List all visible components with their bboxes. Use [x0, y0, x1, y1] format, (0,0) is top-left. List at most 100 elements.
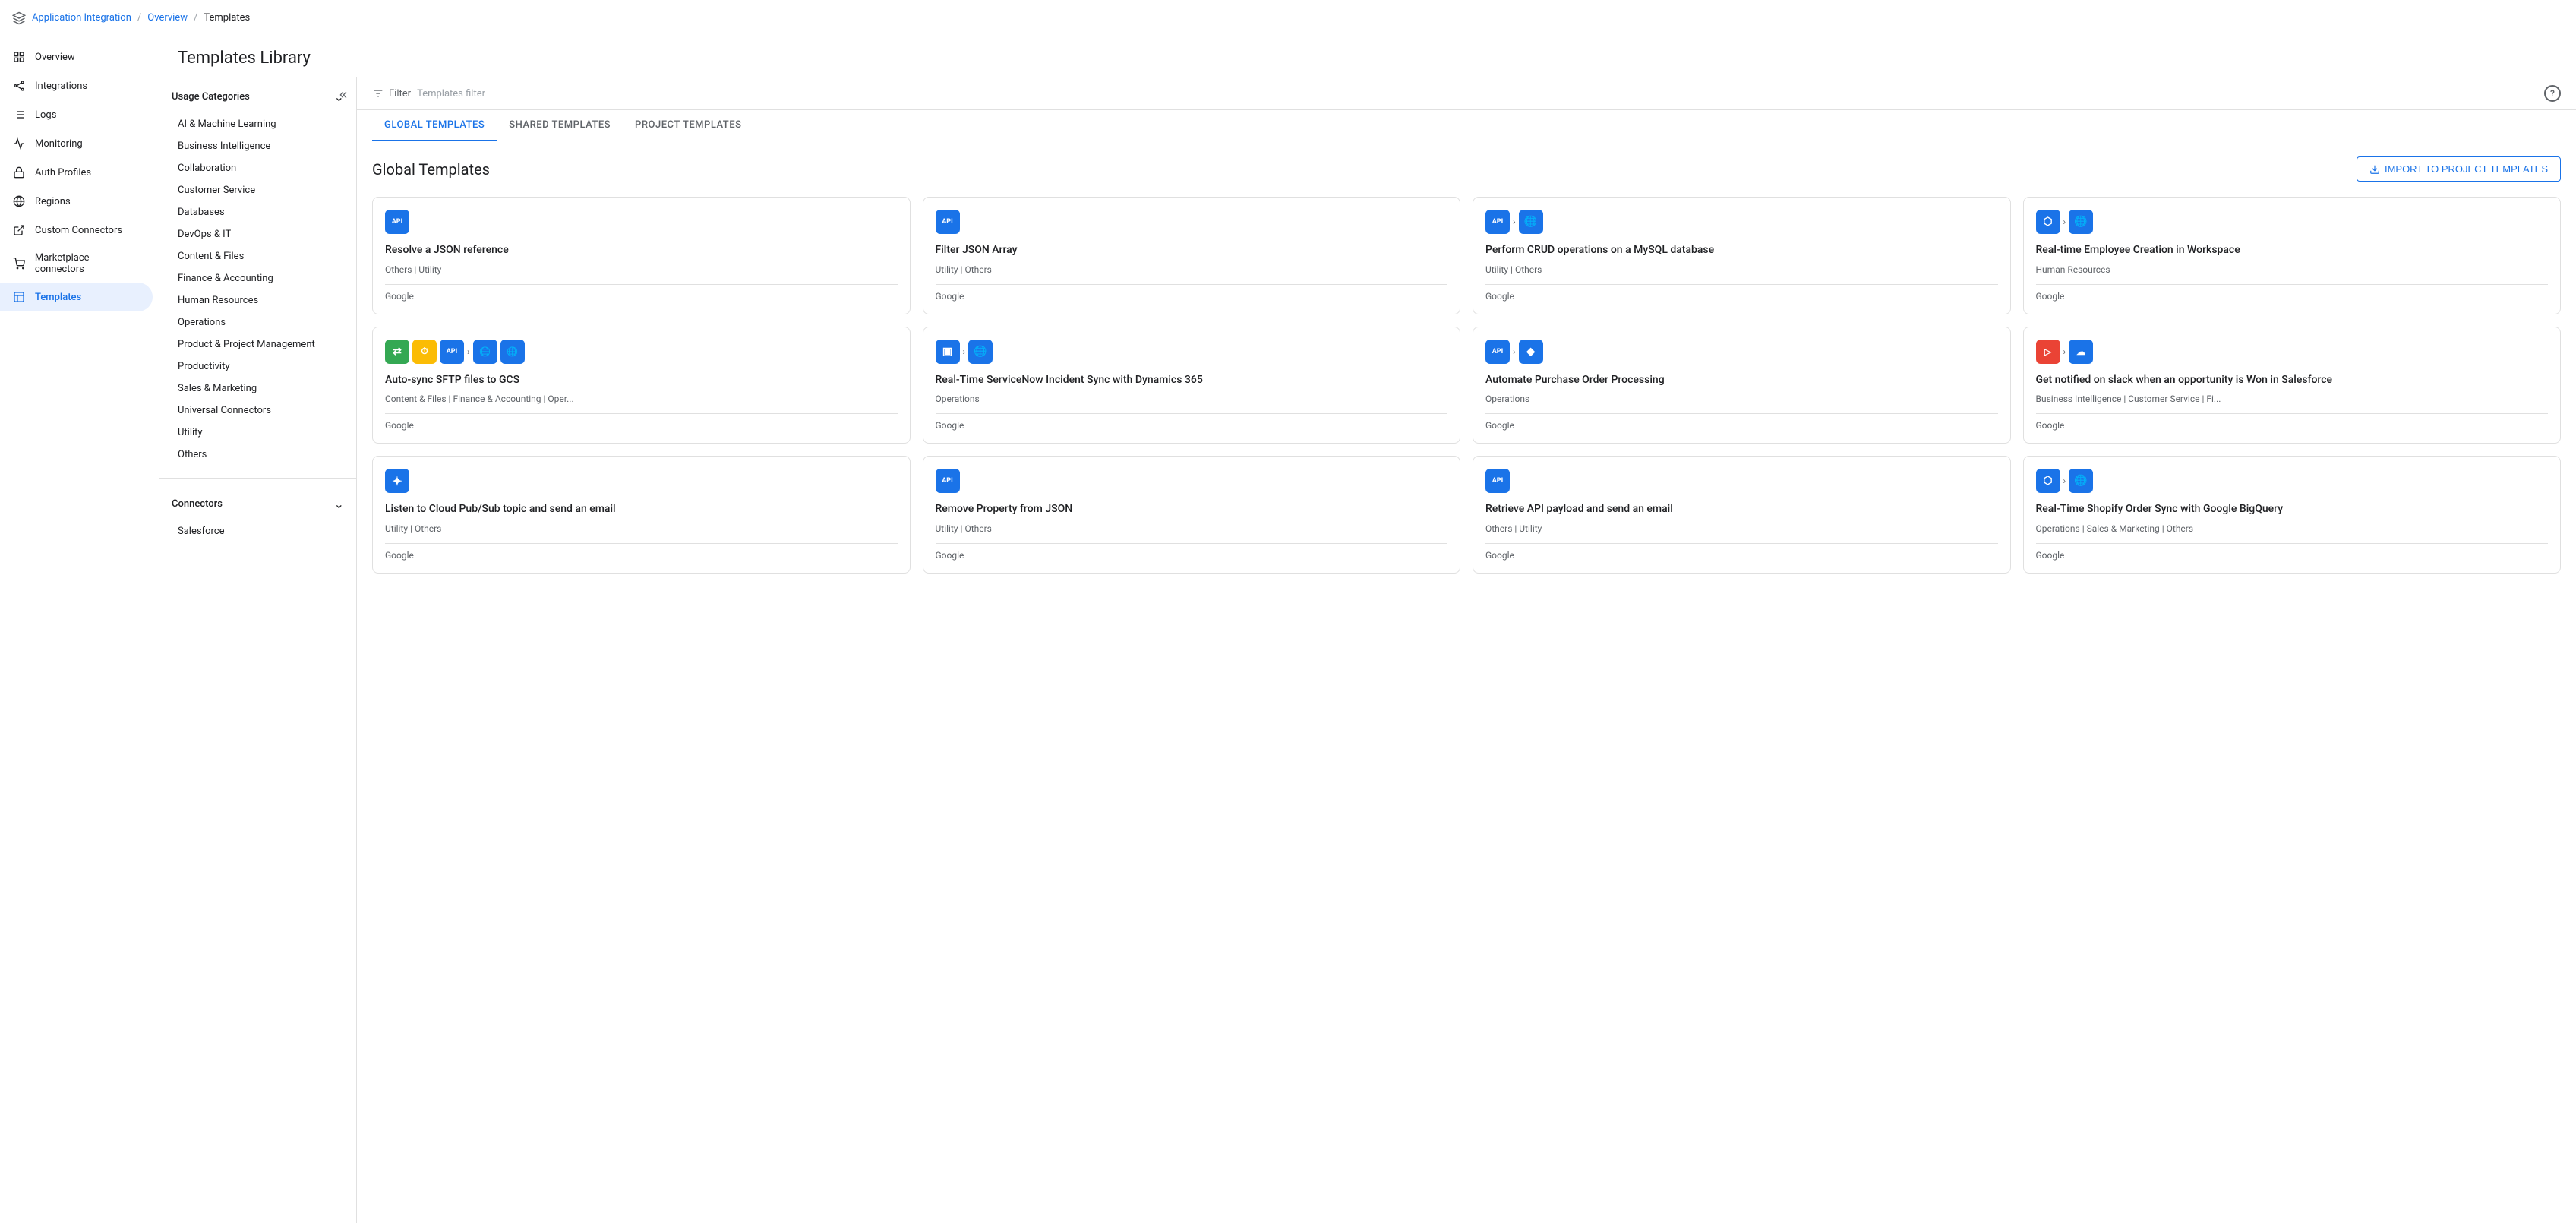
template-card[interactable]: ⬡ › 🌐 Real-time Employee Creation in Wor… [2023, 197, 2562, 314]
templates-main: Filter Templates filter ? GLOBAL TEMPLAT… [357, 77, 2576, 1223]
template-card[interactable]: API › 🌐 Perform CRUD operations on a MyS… [1473, 197, 2011, 314]
sidebar-label-marketplace: Marketplace connectors [35, 252, 140, 275]
template-card[interactable]: API Remove Property from JSON Utility | … [923, 456, 1461, 574]
card-title: Real-time Employee Creation in Workspace [2036, 243, 2549, 258]
filter-hr[interactable]: Human Resources [172, 289, 344, 311]
filter-customer-service[interactable]: Customer Service [172, 179, 344, 201]
list-icon [12, 108, 26, 122]
card-divider [936, 543, 1448, 544]
card-author: Google [385, 420, 898, 431]
pubsub-icon: ✦ [385, 469, 409, 493]
cards-grid: API Resolve a JSON reference Others | Ut… [372, 197, 2561, 574]
template-card[interactable]: API Filter JSON Array Utility | Others G… [923, 197, 1461, 314]
filter-content[interactable]: Content & Files [172, 245, 344, 267]
card-icons: API [1485, 469, 1998, 493]
filter-operations[interactable]: Operations [172, 311, 344, 333]
globe-icon: 🌐 [968, 340, 993, 364]
filter-ai-ml[interactable]: AI & Machine Learning [172, 113, 344, 135]
connectors-header[interactable]: Connectors ⌄ [172, 497, 344, 511]
template-card[interactable]: API › ◆ Automate Purchase Order Processi… [1473, 327, 2011, 444]
template-card[interactable]: ⇄ ⏱ API › 🌐 🌐 Auto-sync SFTP files to GC… [372, 327, 911, 444]
template-card[interactable]: API Resolve a JSON reference Others | Ut… [372, 197, 911, 314]
sidebar-item-marketplace[interactable]: Marketplace connectors [0, 245, 153, 283]
api-icon: API [936, 469, 960, 493]
card-icons: ⬡ › 🌐 [2036, 469, 2549, 493]
usage-categories-section: Usage Categories ⌄ AI & Machine Learning… [159, 77, 356, 472]
filter-product-mgmt[interactable]: Product & Project Management [172, 333, 344, 356]
templates-toolbar: Filter Templates filter ? [357, 77, 2576, 110]
template-card[interactable]: ▣ › 🌐 Real-Time ServiceNow Incident Sync… [923, 327, 1461, 444]
arrow-separator: › [2063, 346, 2066, 357]
arrow-separator: › [467, 346, 470, 357]
sftp-icon: ⇄ [385, 340, 409, 364]
sidebar-item-monitoring[interactable]: Monitoring [0, 129, 153, 158]
sidebar-item-auth[interactable]: Auth Profiles [0, 158, 153, 187]
template-card[interactable]: ✦ Listen to Cloud Pub/Sub topic and send… [372, 456, 911, 574]
card-tags: Utility | Others [936, 264, 1448, 275]
content-body: « Usage Categories ⌄ AI & Machine Learni… [159, 77, 2576, 1223]
card-title: Real-Time ServiceNow Incident Sync with … [936, 373, 1448, 388]
cart-icon [12, 257, 26, 270]
card-tags: Utility | Others [1485, 264, 1998, 275]
sidebar-item-overview[interactable]: Overview [0, 43, 153, 71]
video-icon: ▷ [2036, 340, 2060, 364]
filter-finance[interactable]: Finance & Accounting [172, 267, 344, 289]
api-icon: API [936, 210, 960, 234]
sidebar-label-overview: Overview [35, 52, 75, 63]
app-icon [12, 11, 26, 25]
sidebar-item-regions[interactable]: Regions [0, 187, 153, 216]
usage-categories-header[interactable]: Usage Categories ⌄ [172, 90, 344, 104]
filter-universal[interactable]: Universal Connectors [172, 400, 344, 422]
card-divider [1485, 413, 1998, 414]
filter-button[interactable]: Filter [372, 87, 411, 100]
card-divider [936, 413, 1448, 414]
sidebar-item-integrations[interactable]: Integrations [0, 71, 153, 100]
card-author: Google [936, 550, 1448, 561]
filter-utility[interactable]: Utility [172, 422, 344, 444]
sidebar-label-regions: Regions [35, 196, 71, 207]
card-title: Resolve a JSON reference [385, 243, 898, 258]
breadcrumb-overview[interactable]: Overview [147, 12, 188, 24]
filter-devops[interactable]: DevOps & IT [172, 223, 344, 245]
filter-bi[interactable]: Business Intelligence [172, 135, 344, 157]
sidebar-item-logs[interactable]: Logs [0, 100, 153, 129]
sidebar-item-templates[interactable]: Templates [0, 283, 153, 311]
import-button-label: IMPORT TO PROJECT TEMPLATES [2385, 163, 2548, 175]
breadcrumb-app[interactable]: Application Integration [32, 12, 131, 24]
chevron-down-icon-connectors: ⌄ [334, 497, 344, 511]
card-tags: Utility | Others [936, 523, 1448, 534]
sidebar-label-templates: Templates [35, 292, 81, 303]
sidebar-label-custom-connectors: Custom Connectors [35, 225, 122, 236]
help-button[interactable]: ? [2544, 85, 2561, 102]
filter-salesforce[interactable]: Salesforce [172, 520, 344, 542]
filter-productivity[interactable]: Productivity [172, 356, 344, 378]
globe-icon [12, 194, 26, 208]
card-divider [936, 284, 1448, 285]
tab-project[interactable]: PROJECT TEMPLATES [623, 110, 753, 141]
tab-global[interactable]: GLOBAL TEMPLATES [372, 110, 497, 141]
content-header: Templates Library [159, 36, 2576, 77]
flow-icon [12, 79, 26, 93]
arrow-separator: › [2063, 216, 2066, 227]
card-title: Auto-sync SFTP files to GCS [385, 373, 898, 388]
api-icon: API [1485, 469, 1510, 493]
card-tags: Operations [936, 393, 1448, 404]
sidebar-label-auth: Auth Profiles [35, 167, 91, 179]
template-card[interactable]: ▷ › ☁ Get notified on slack when an oppo… [2023, 327, 2562, 444]
collapse-panel-button[interactable]: « [336, 84, 350, 106]
filter-others[interactable]: Others [172, 444, 344, 466]
usage-categories-label: Usage Categories [172, 91, 250, 103]
filter-collaboration[interactable]: Collaboration [172, 157, 344, 179]
filter-databases[interactable]: Databases [172, 201, 344, 223]
card-icons: API › ◆ [1485, 340, 1998, 364]
connectors-list: Salesforce [172, 520, 344, 542]
template-card[interactable]: ⬡ › 🌐 Real-Time Shopify Order Sync with … [2023, 456, 2562, 574]
card-title: Automate Purchase Order Processing [1485, 373, 1998, 388]
card-divider [2036, 284, 2549, 285]
tab-shared[interactable]: SHARED TEMPLATES [497, 110, 623, 141]
import-to-project-button[interactable]: IMPORT TO PROJECT TEMPLATES [2357, 156, 2561, 182]
filter-sales[interactable]: Sales & Marketing [172, 378, 344, 400]
page-title: Templates Library [178, 49, 2558, 68]
sidebar-item-custom-connectors[interactable]: Custom Connectors [0, 216, 153, 245]
template-card[interactable]: API Retrieve API payload and send an ema… [1473, 456, 2011, 574]
